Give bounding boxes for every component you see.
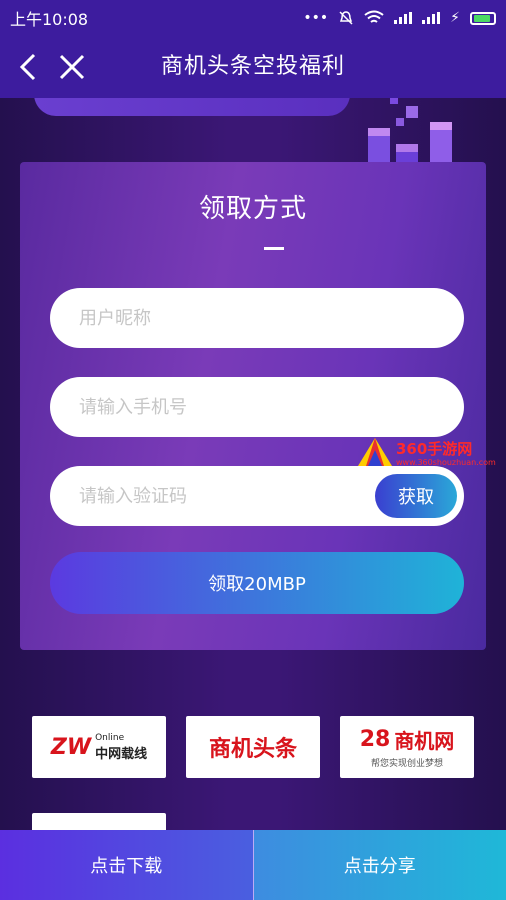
stats-pill — [34, 98, 350, 116]
watermark: 360手游网 www.360shouzhuan.com — [356, 436, 506, 470]
watermark-url: www.360shouzhuan.com — [396, 458, 496, 467]
zw-name: 中网载线 — [95, 746, 148, 762]
signal-icon — [394, 12, 413, 24]
close-icon — [59, 54, 85, 80]
charging-icon: ⚡ — [450, 10, 460, 26]
partner-logo-28[interactable]: 28 商机网 帮您实现创业梦想 — [340, 716, 474, 778]
claim-form-card: 领取方式 获取 领取20MBP — [20, 162, 486, 650]
title-underline — [264, 247, 284, 250]
share-button[interactable]: 点击分享 — [253, 830, 506, 900]
signal-icon-2 — [422, 12, 441, 24]
back-button[interactable] — [6, 45, 50, 89]
zw-online: Online — [95, 732, 125, 743]
close-button[interactable] — [50, 45, 94, 89]
battery-icon — [470, 11, 496, 25]
sjtt-name: 商机头条 — [208, 737, 297, 762]
28-name: 商机网 — [394, 729, 455, 753]
main-content: 领取方式 获取 领取20MBP 360手游网 www.360shouzhuan.… — [0, 98, 506, 830]
28-header: 28 商机网 — [360, 725, 455, 754]
status-bar: 上午10:08 ••• ⚡ — [0, 0, 506, 36]
28-slogan: 帮您实现创业梦想 — [370, 759, 443, 769]
watermark-name: 360手游网 — [396, 440, 473, 458]
wifi-icon — [364, 10, 384, 23]
claim-button[interactable]: 领取20MBP — [50, 552, 464, 614]
bottom-action-bar: 点击下载 点击分享 — [0, 830, 506, 900]
status-time: 上午10:08 — [10, 10, 89, 29]
form-title: 领取方式 — [198, 194, 307, 224]
mute-icon — [339, 11, 353, 25]
nav-bar: 商机头条空投福利 — [0, 36, 506, 98]
partner-logo-partial — [32, 813, 166, 830]
phone-input[interactable] — [50, 377, 464, 437]
zw-mark: ZW — [50, 734, 92, 760]
nickname-input[interactable] — [50, 288, 464, 348]
download-button[interactable]: 点击下载 — [0, 830, 254, 900]
more-icon: ••• — [303, 10, 329, 26]
partner-logo-sjtt[interactable]: 商机头条 — [186, 716, 320, 778]
partner-logo-zw[interactable]: ZW Online 中网载线 — [32, 716, 166, 778]
get-code-button[interactable]: 获取 — [375, 474, 457, 518]
watermark-logo-icon — [358, 438, 392, 466]
chevron-left-icon — [19, 53, 36, 81]
28-mark: 28 — [359, 727, 391, 752]
status-icons: ••• ⚡ — [303, 10, 496, 26]
zw-text: Online 中网载线 — [95, 733, 147, 762]
